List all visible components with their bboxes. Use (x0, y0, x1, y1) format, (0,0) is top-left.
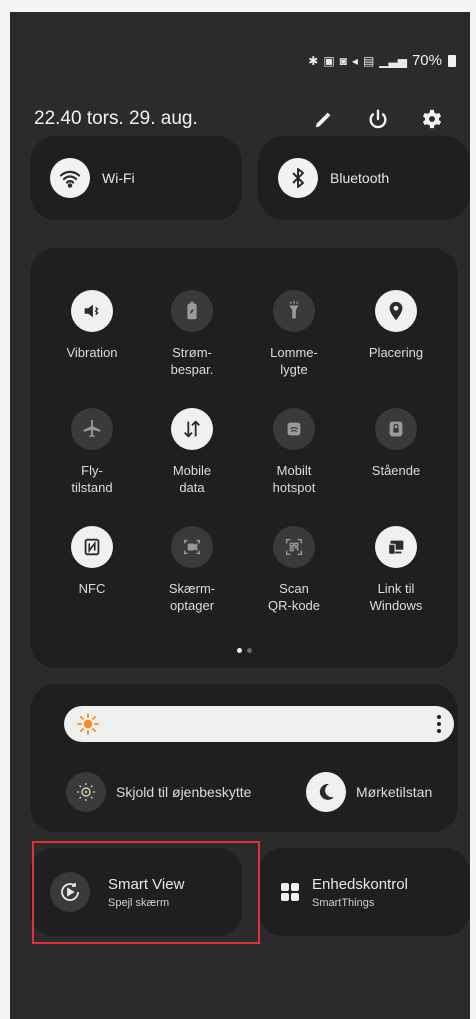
link-to-windows-icon (375, 526, 417, 568)
dark-mode-toggle[interactable]: Mørketilstan (306, 772, 458, 812)
location-pin-icon (375, 290, 417, 332)
tile-label: NFC (78, 581, 106, 596)
battery-icon (448, 54, 456, 67)
tile-label: Link til Windows (369, 581, 423, 613)
tile-label: Vibration (66, 345, 118, 360)
tile-label: Lomme- lygte (270, 345, 318, 377)
device-control-button[interactable]: Enhedskontrol SmartThings (258, 848, 470, 936)
tile-location[interactable]: Placering (344, 290, 448, 361)
moon-icon (306, 772, 346, 812)
tile-mobile-hotspot[interactable]: Mobilt hotspot (242, 408, 346, 496)
power-icon[interactable] (360, 104, 396, 134)
page-indicator (30, 648, 458, 653)
wifi-toggle[interactable]: Wi-Fi (30, 136, 242, 220)
dark-mode-label: Mørketilstan (356, 784, 433, 800)
mute-status-icon: ◂ (351, 53, 358, 68)
hotspot-icon (273, 408, 315, 450)
airplane-icon (71, 408, 113, 450)
rotation-lock-icon (375, 408, 417, 450)
more-options-icon[interactable] (436, 714, 442, 734)
page-dot-active (236, 648, 242, 653)
battery-percent: 70% (411, 52, 442, 69)
page-dot (246, 648, 252, 653)
wifi-icon (50, 158, 90, 198)
brightness-slider[interactable] (64, 706, 454, 742)
tile-scan-qr[interactable]: Scan QR-kode (242, 526, 346, 614)
mobile-data-arrows-icon (171, 408, 213, 450)
tile-label: Mobilt hotspot (272, 463, 316, 495)
gear-icon[interactable] (414, 104, 450, 134)
eye-comfort-shield-icon (66, 772, 106, 812)
alarm-status-icon: ◙ (339, 53, 347, 68)
battery-saver-icon (171, 290, 213, 332)
device-control-subtitle: SmartThings (312, 896, 375, 909)
tile-portrait[interactable]: Stående (344, 408, 448, 479)
bluetooth-label: Bluetooth (330, 170, 390, 186)
status-bar: ✱ ▣ ◙ ◂ ▤ ▁▃▅ 70% (308, 52, 456, 69)
bluetooth-toggle[interactable]: Bluetooth (258, 136, 470, 220)
tile-label: Scan QR-kode (267, 581, 321, 613)
quick-tiles-grid: Vibration Strøm- bespar. Lomme- lygte Pl… (30, 248, 458, 668)
tile-mobile-data[interactable]: Mobile data (140, 408, 244, 496)
signal-status-icon: ▁▃▅ (379, 53, 407, 68)
eye-comfort-label: Skjold til øjenbeskytte (116, 784, 252, 800)
nfc-status-icon: ▣ (323, 53, 335, 68)
tile-screen-recorder[interactable]: Skærm- optager (140, 526, 244, 614)
tile-airplane-mode[interactable]: Fly- tilstand (40, 408, 144, 496)
tile-label: Stående (371, 463, 421, 478)
tile-vibration[interactable]: Vibration (40, 290, 144, 361)
grid-apps-icon (281, 883, 299, 901)
tile-label: Placering (368, 345, 424, 360)
bluetooth-icon (278, 158, 318, 198)
tile-label: Strøm- bespar. (170, 345, 214, 377)
quick-settings-panel: ✱ ▣ ◙ ◂ ▤ ▁▃▅ 70% 22.40 tors. 29. aug. W… (10, 12, 470, 1019)
nfc-icon (71, 526, 113, 568)
screen-recorder-icon (171, 526, 213, 568)
tile-label: Skærm- optager (168, 581, 216, 613)
tile-label: Mobile data (172, 463, 212, 495)
brightness-panel: Skjold til øjenbeskytte Mørketilstan (30, 684, 458, 832)
wifi-label: Wi-Fi (102, 170, 135, 186)
tile-flashlight[interactable]: Lomme- lygte (242, 290, 346, 378)
bluetooth-status-icon: ✱ (308, 53, 319, 68)
mobile-data-status-icon: ▤ (362, 53, 375, 68)
device-control-title: Enhedskontrol (312, 875, 408, 893)
eye-comfort-toggle[interactable]: Skjold til øjenbeskytte (66, 772, 262, 812)
tile-nfc[interactable]: NFC (40, 526, 144, 597)
pencil-icon[interactable] (306, 104, 342, 134)
vibration-icon (71, 290, 113, 332)
tile-power-saving[interactable]: Strøm- bespar. (140, 290, 244, 378)
sun-icon (77, 713, 99, 735)
header-row: 22.40 tors. 29. aug. (34, 104, 450, 134)
tile-label: Fly- tilstand (71, 463, 113, 495)
flashlight-icon (273, 290, 315, 332)
tile-link-to-windows[interactable]: Link til Windows (344, 526, 448, 614)
date-time: 22.40 tors. 29. aug. (34, 108, 198, 129)
highlight-box (32, 841, 260, 944)
qr-code-icon (273, 526, 315, 568)
